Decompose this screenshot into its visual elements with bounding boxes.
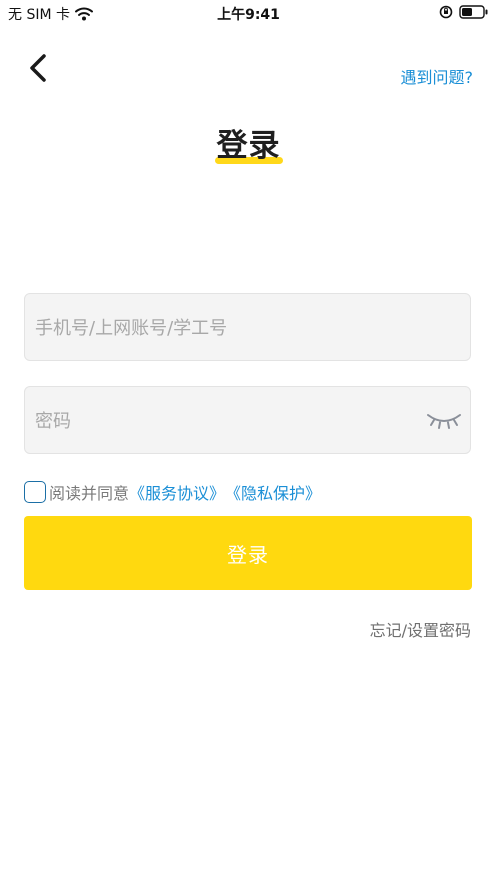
password-input[interactable] bbox=[33, 387, 427, 455]
agreement-row: 阅读并同意 《服务协议》 《隐私保护》 bbox=[24, 480, 321, 504]
forgot-password-link[interactable]: 忘记/设置密码 bbox=[370, 617, 471, 641]
toggle-password-visibility-button[interactable] bbox=[426, 407, 462, 433]
page-title: 登录 bbox=[214, 120, 283, 165]
status-time: 上午9:41 bbox=[217, 7, 280, 23]
battery-icon bbox=[459, 5, 488, 19]
eye-closed-icon bbox=[427, 414, 461, 429]
page-title-text: 登录 bbox=[216, 128, 281, 164]
status-indicators bbox=[439, 5, 489, 19]
password-field[interactable] bbox=[24, 386, 471, 455]
title-container: 登录 bbox=[0, 120, 497, 165]
privacy-policy-link[interactable]: 《隐私保护》 bbox=[225, 480, 321, 504]
account-input[interactable] bbox=[33, 294, 427, 362]
chevron-left-icon bbox=[30, 54, 46, 82]
agreement-text: 阅读并同意 bbox=[49, 484, 130, 503]
login-button[interactable]: 登录 bbox=[24, 516, 472, 590]
status-bar: 无 SIM 卡 上午9:41 bbox=[0, 0, 497, 26]
back-button[interactable] bbox=[24, 50, 54, 86]
rotation-lock-icon bbox=[439, 5, 453, 19]
account-field[interactable] bbox=[24, 293, 471, 362]
service-agreement-link[interactable]: 《服务协议》 bbox=[129, 480, 225, 504]
agreement-checkbox[interactable] bbox=[24, 481, 46, 503]
help-link[interactable]: 遇到问题? bbox=[401, 64, 474, 88]
